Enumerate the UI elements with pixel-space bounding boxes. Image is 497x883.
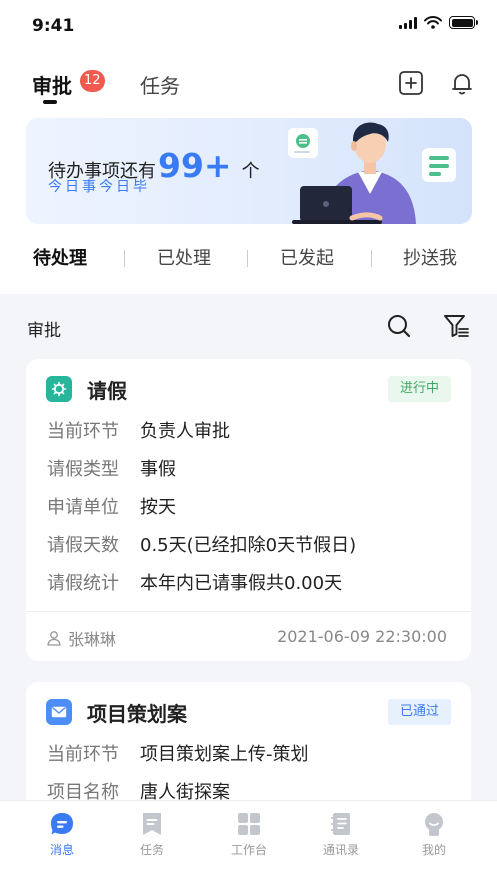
field-value: 按天 [140, 497, 176, 518]
applicant: 张琳琳 [46, 626, 116, 650]
tabbar-tasks[interactable]: 任务 [112, 811, 192, 858]
tabbar-workbench[interactable]: 工作台 [209, 811, 289, 858]
approval-card-leave[interactable]: 请假 进行中 当前环节 负责人审批 请假类型 事假 申请单位 按天 请假天数 0… [26, 359, 471, 661]
tabbar-label: 工作台 [230, 843, 267, 857]
add-icon[interactable] [398, 70, 424, 96]
subtab-initiated[interactable]: 已发起 [280, 244, 334, 270]
field-value: 项目策划案上传-策划 [140, 744, 309, 765]
contacts-icon [331, 813, 350, 835]
applicant-name: 张琳琳 [68, 630, 117, 649]
field-row: 当前环节 项目策划案上传-策划 [47, 740, 309, 766]
field-row: 当前环节 负责人审批 [47, 417, 230, 443]
field-row: 请假天数 0.5天(已经扣除0天节假日) [47, 531, 356, 557]
card-title: 项目策划案 [87, 702, 187, 726]
approval-subtabs: 待处理 已处理 已发起 抄送我 [0, 244, 497, 278]
filter-icon[interactable] [443, 313, 469, 339]
field-row: 申请单位 按天 [47, 493, 176, 519]
wifi-icon [424, 16, 442, 29]
field-label: 申请单位 [47, 497, 119, 518]
active-tab-indicator [43, 100, 57, 104]
subtab-pending[interactable]: 待处理 [33, 244, 87, 270]
bottom-tab-bar: 消息 任务 工作台 通讯录 我的 [0, 800, 497, 883]
task-icon [143, 813, 161, 835]
field-label: 当前环节 [47, 421, 119, 442]
field-row: 请假统计 本年内已请事假共0.00天 [47, 569, 342, 595]
tabbar-profile[interactable]: 我的 [394, 811, 474, 858]
field-label: 请假统计 [47, 573, 119, 594]
tabbar-label: 通讯录 [322, 843, 359, 857]
subtab-divider [371, 250, 372, 267]
tabbar-label: 任务 [139, 843, 164, 857]
status-time: 9:41 [32, 16, 75, 36]
mail-icon [46, 699, 72, 725]
tabbar-contacts[interactable]: 通讯录 [301, 811, 381, 858]
search-icon[interactable] [386, 313, 412, 339]
todo-text-after: 个 [241, 161, 260, 182]
subtab-cc-me[interactable]: 抄送我 [403, 244, 457, 270]
submit-datetime: 2021-06-09 22:30:00 [277, 627, 447, 646]
field-value: 事假 [140, 459, 176, 480]
user-icon [47, 631, 61, 646]
field-label: 当前环节 [47, 744, 119, 765]
status-badge: 已通过 [387, 699, 451, 725]
tab-tasks[interactable]: 任务 [140, 70, 180, 99]
tabbar-label: 我的 [421, 843, 446, 857]
battery-icon [449, 16, 478, 29]
field-label: 请假天数 [47, 535, 119, 556]
field-value: 0.5天(已经扣除0天节假日) [140, 535, 357, 556]
subtab-divider [124, 250, 125, 267]
card-divider [26, 611, 471, 612]
field-row: 请假类型 事假 [47, 455, 176, 481]
field-value: 本年内已请事假共0.00天 [140, 573, 343, 594]
tabbar-label: 消息 [49, 843, 74, 857]
todo-slogan: 今日事今日毕 [48, 179, 150, 195]
subtab-divider [247, 250, 248, 267]
office-worker-illustration [288, 122, 456, 224]
field-value: 负责人审批 [140, 421, 230, 442]
field-label: 请假类型 [47, 459, 119, 480]
todo-count: 99+ [158, 146, 232, 185]
status-icons [399, 16, 478, 29]
status-bar: 9:41 [0, 0, 497, 54]
card-title: 请假 [87, 379, 127, 403]
leave-icon [46, 376, 72, 402]
todo-banner[interactable]: 待办事项还有 99+ 个 今日事今日毕 [26, 118, 472, 224]
tab-approval[interactable]: 审批 [32, 70, 72, 99]
header: 审批 12 任务 待办事项还有 99+ 个 今日事今日毕 待处理 已处理 已发起… [0, 54, 497, 294]
tabbar-messages[interactable]: 消息 [22, 811, 102, 858]
approval-count-badge: 12 [80, 70, 105, 92]
signal-icon [399, 16, 417, 29]
section-title: 审批 [27, 321, 61, 341]
message-icon [51, 813, 73, 835]
bell-icon[interactable] [449, 70, 475, 96]
profile-icon [425, 813, 443, 836]
status-badge: 进行中 [387, 376, 451, 402]
workbench-icon [238, 813, 260, 835]
subtab-processed[interactable]: 已处理 [157, 244, 211, 270]
